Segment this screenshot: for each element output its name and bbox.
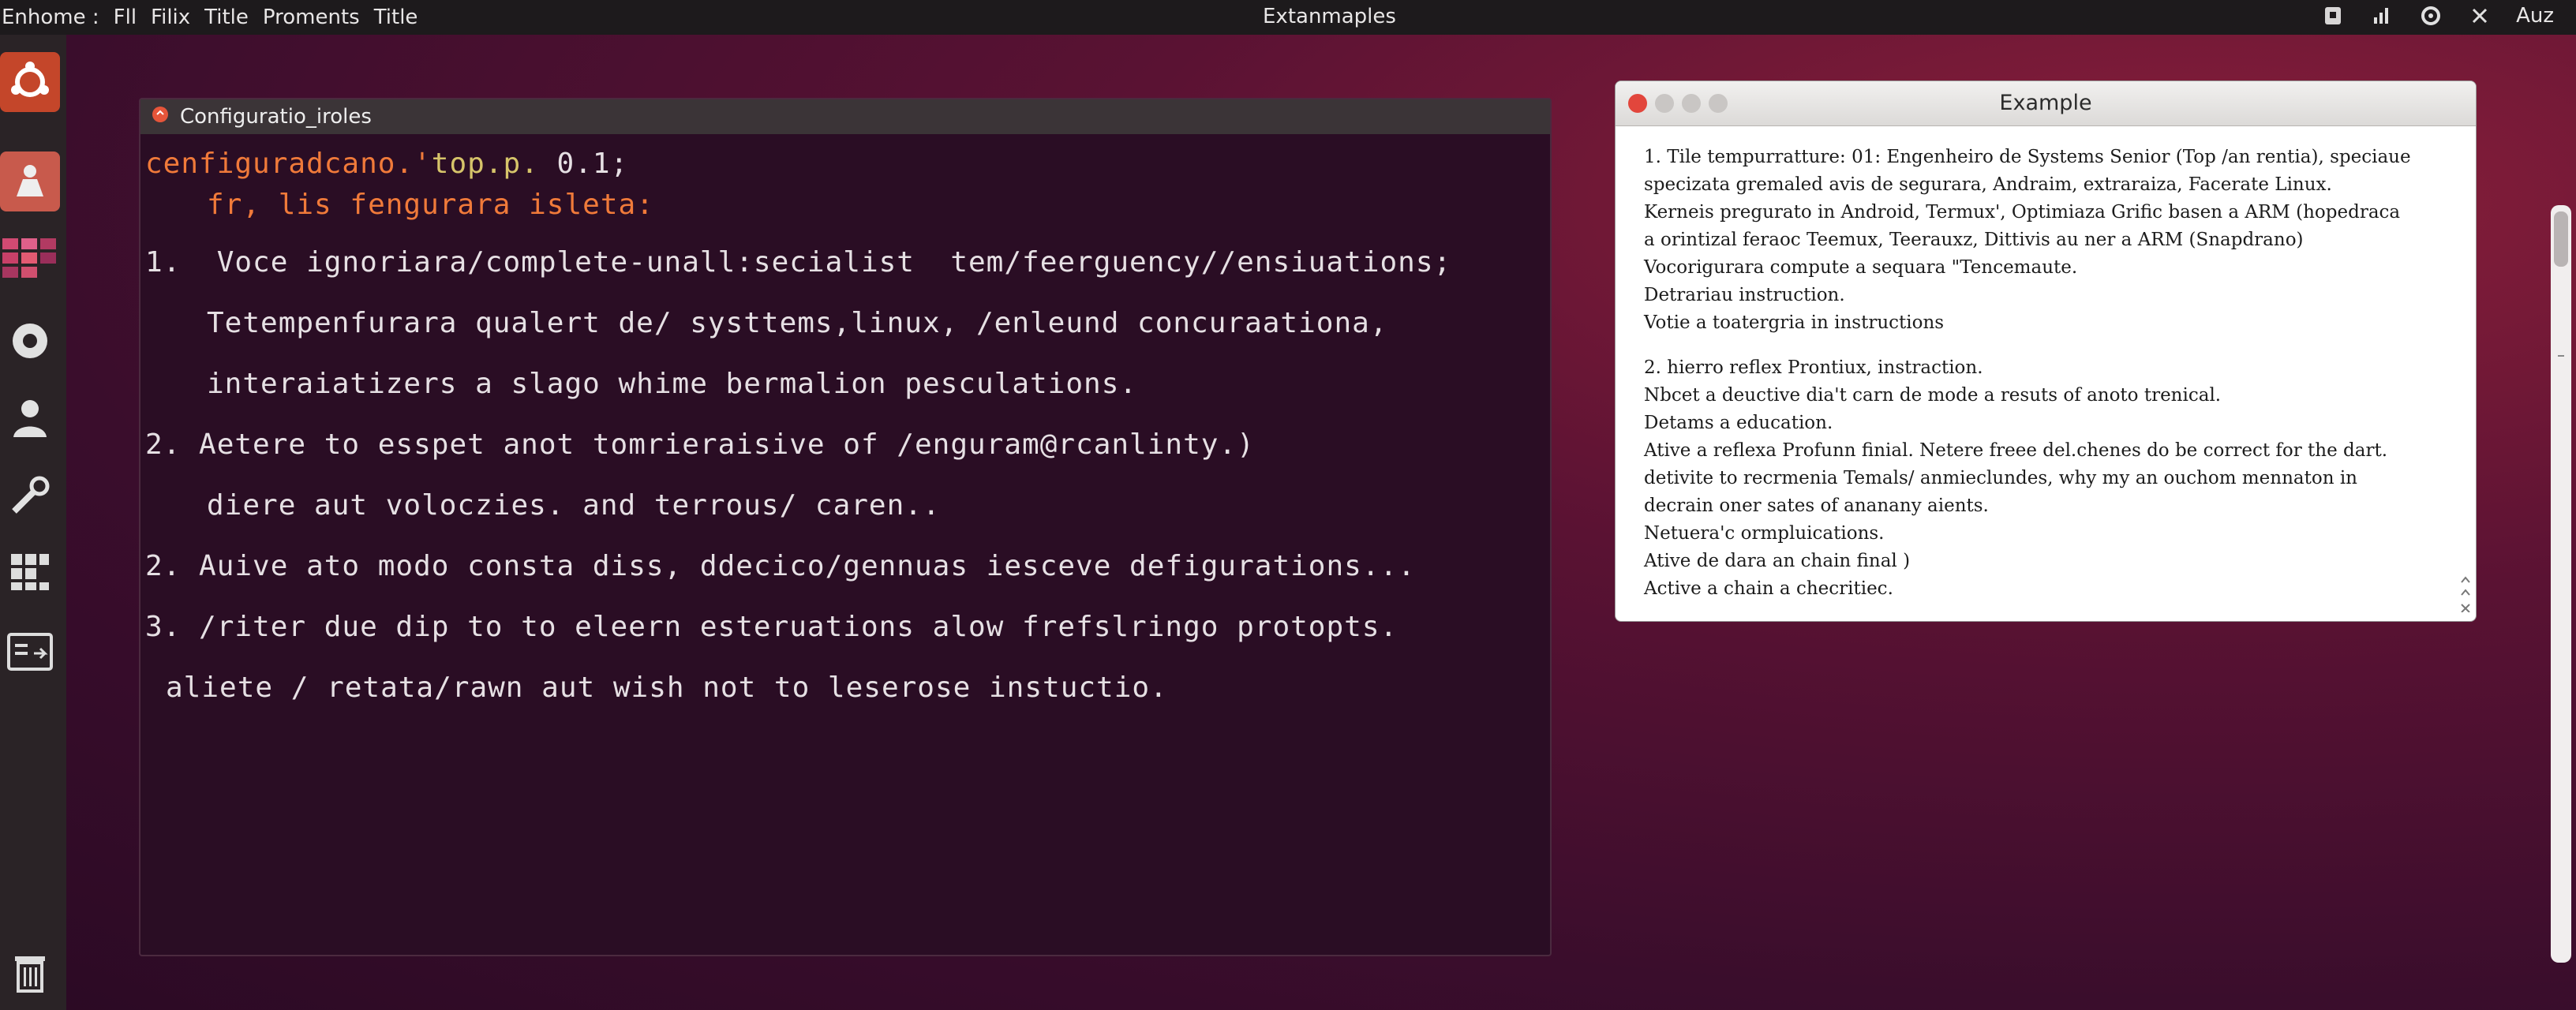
- top-bar: Enhome : Fll Filix Title Proments Title …: [0, 0, 2576, 35]
- window-title: Extanmaples: [1263, 5, 1396, 28]
- status-text[interactable]: Auz: [2516, 4, 2554, 28]
- example-text[interactable]: 1. Tile tempurratture: 01: Engenheiro de…: [1616, 126, 2476, 620]
- example-line: Vocorigurara compute a sequara "Tencemau…: [1644, 257, 2078, 278]
- example-line: Detams a education.: [1644, 413, 1833, 433]
- example-line: Detrariau instruction.: [1644, 285, 1845, 305]
- terminal-app-icon: [152, 105, 169, 129]
- example-line: Votie a toatergria in instructions: [1644, 312, 1945, 333]
- installer-icon[interactable]: [0, 152, 60, 211]
- terminal-line: interaiatizers a slago whime bermalion p…: [207, 368, 1138, 400]
- menu-item-fll[interactable]: Fll: [114, 6, 137, 29]
- blocks-icon[interactable]: [0, 541, 60, 601]
- close-icon[interactable]: [2467, 3, 2492, 28]
- menu-item-title-2[interactable]: Title: [374, 6, 418, 29]
- trash-icon[interactable]: [0, 942, 60, 1002]
- example-line: Active a chain a checritiec.: [1644, 578, 1893, 599]
- tools-icon[interactable]: [0, 466, 60, 526]
- terminal-line: cenfiguradcano.'top.p. 0.1;: [145, 144, 1550, 185]
- terminal-line-part: cenfiguradcano.': [145, 148, 432, 180]
- example-line: decrain oner sates of ananany aients.: [1644, 496, 1989, 516]
- menu-item-title[interactable]: Title: [204, 6, 249, 29]
- example-line: Nbcet a deuctive dia't carn de mode a re…: [1644, 385, 2222, 406]
- files-icon[interactable]: [0, 622, 60, 682]
- menu-item-filix[interactable]: Filix: [151, 6, 190, 29]
- terminal-window[interactable]: Configuratio_iroles cenfiguradcano.'top.…: [139, 98, 1552, 956]
- terminal-line-part: 0.1;: [538, 148, 629, 180]
- settings-icon[interactable]: [0, 311, 60, 371]
- example-titlebar[interactable]: Example: [1616, 81, 2476, 126]
- example-line: 1. Tile tempurratture: 01: Engenheiro de…: [1644, 147, 2411, 167]
- terminal-line: 2. Aetere to esspet anot tomrieraisive o…: [145, 428, 1255, 461]
- terminal-line: aliete / retata/rawn aut wish not to les…: [166, 671, 1168, 704]
- terminal-line: 1. Voce ignoriara/complete-unall:seciali…: [145, 246, 1452, 279]
- dropbox-icon[interactable]: [2320, 3, 2346, 28]
- example-line: Kerneis pregurato in Android, Termux', O…: [1644, 202, 2401, 223]
- example-line: Netuera'c ormpluications.: [1644, 523, 1885, 544]
- menu-item-enhome[interactable]: Enhome :: [2, 6, 99, 29]
- status-area: Auz: [2320, 3, 2554, 28]
- scrollbar-tick: [2558, 355, 2564, 357]
- apps-grid-icon[interactable]: [0, 229, 60, 289]
- terminal-output[interactable]: cenfiguradcano.'top.p. 0.1; fr, lis feng…: [140, 134, 1550, 718]
- terminal-line-part: top.p.: [431, 148, 539, 180]
- menu-item-proments[interactable]: Proments: [263, 6, 360, 29]
- settings-icon[interactable]: [2418, 3, 2443, 28]
- example-line: Ative a reflexa Profunn finial. Netere f…: [1644, 440, 2388, 461]
- terminal-line: 2. Auive ato modo consta diss, ddecico/g…: [145, 550, 1416, 582]
- terminal-line: Tetempenfurara qualert de/ systtems,linu…: [207, 307, 1388, 339]
- launcher-dock: [0, 35, 66, 1010]
- ubuntu-logo-icon[interactable]: [0, 52, 60, 112]
- example-line: detivite to recrmenia Temals/ anmieclund…: [1644, 468, 2357, 488]
- menu-bar: Enhome : Fll Filix Title Proments Title: [0, 6, 417, 29]
- terminal-title: Configuratio_iroles: [180, 105, 372, 129]
- example-line: a orintizal feraoc Teemux, Teerauxz, Dit…: [1644, 230, 2304, 250]
- terminal-line: fr, lis fengurara isleta:: [207, 189, 654, 221]
- terminal-titlebar[interactable]: Configuratio_iroles: [140, 99, 1550, 134]
- example-line: Ative de dara an chain final ): [1644, 551, 1911, 571]
- example-line: specizata gremaled avis de segurara, And…: [1644, 174, 2332, 195]
- terminal-line: diere aut voloczies. and terrous/ caren.…: [207, 489, 941, 522]
- scrollbar-thumb[interactable]: [2554, 211, 2568, 267]
- resize-grip-icon[interactable]: [2458, 574, 2473, 615]
- network-icon[interactable]: [2369, 3, 2394, 28]
- example-line: 2. hierro reflex Prontiux, instraction.: [1644, 357, 1983, 378]
- user-icon[interactable]: [0, 388, 60, 448]
- example-window[interactable]: Example 1. Tile tempurratture: 01: Engen…: [1615, 80, 2477, 622]
- terminal-line: 3. /riter due dip to to eleern esteruati…: [145, 611, 1398, 643]
- page-scrollbar[interactable]: [2551, 205, 2571, 963]
- example-title: Example: [1999, 91, 2092, 115]
